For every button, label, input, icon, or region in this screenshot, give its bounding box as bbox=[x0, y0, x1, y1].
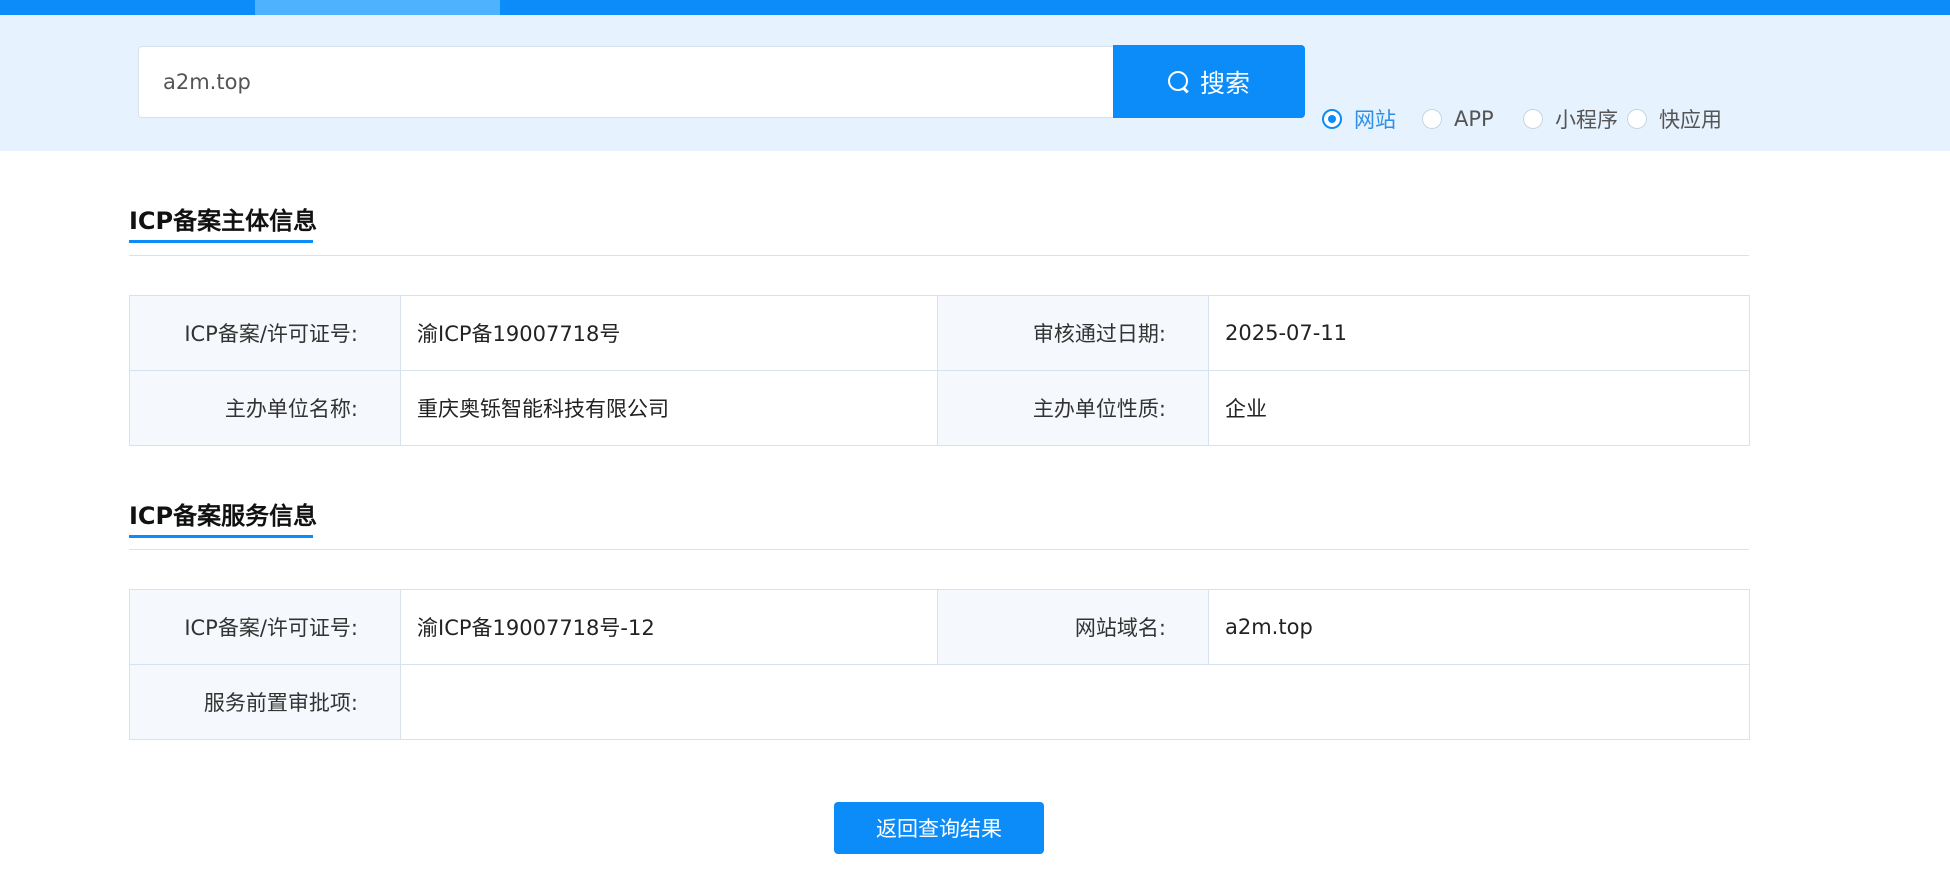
radio-label: 快应用 bbox=[1659, 108, 1722, 132]
radio-label: 网站 bbox=[1354, 108, 1396, 132]
subject-info-table: ICP备案/许可证号: 渝ICP备19007718号 审核通过日期: 2025-… bbox=[129, 295, 1750, 446]
table-row: ICP备案/许可证号: 渝ICP备19007718号-12 网站域名: a2m.… bbox=[129, 589, 1750, 665]
radio-label: 小程序 bbox=[1555, 108, 1618, 132]
search-band: 搜索 网站 APP 小程序 快应用 bbox=[0, 15, 1950, 151]
search-button-label: 搜索 bbox=[1199, 68, 1250, 98]
radio-circle-icon bbox=[1422, 109, 1442, 129]
approval-date-value: 2025-07-11 bbox=[1208, 295, 1750, 371]
active-nav-tab[interactable] bbox=[255, 0, 500, 15]
organizer-type-label: 主办单位性质: bbox=[937, 370, 1209, 446]
domain-label: 网站域名: bbox=[937, 589, 1209, 665]
table-row: 主办单位名称: 重庆奥铄智能科技有限公司 主办单位性质: 企业 bbox=[129, 370, 1750, 446]
pre-approval-label: 服务前置审批项: bbox=[129, 664, 401, 740]
organizer-type-value: 企业 bbox=[1208, 370, 1750, 446]
back-to-results-button[interactable]: 返回查询结果 bbox=[834, 802, 1044, 854]
radio-circle-icon bbox=[1627, 109, 1647, 129]
approval-date-label: 审核通过日期: bbox=[937, 295, 1209, 371]
section-title-service: ICP备案服务信息 bbox=[129, 502, 318, 530]
radio-quick-app[interactable]: 快应用 bbox=[1627, 104, 1722, 134]
radio-circle-icon bbox=[1322, 109, 1342, 129]
pre-approval-value bbox=[400, 664, 1750, 740]
section-title-underline bbox=[129, 535, 313, 538]
radio-mini-program[interactable]: 小程序 bbox=[1523, 104, 1618, 134]
service-info-table: ICP备案/许可证号: 渝ICP备19007718号-12 网站域名: a2m.… bbox=[129, 589, 1750, 740]
section-title-underline bbox=[129, 240, 313, 243]
license-value: 渝ICP备19007718号 bbox=[400, 295, 938, 371]
service-license-value: 渝ICP备19007718号-12 bbox=[400, 589, 938, 665]
section-title-subject: ICP备案主体信息 bbox=[129, 207, 318, 235]
domain-value: a2m.top bbox=[1208, 589, 1750, 665]
section-divider bbox=[129, 255, 1749, 256]
search-icon bbox=[1167, 70, 1190, 93]
radio-label: APP bbox=[1454, 107, 1494, 131]
section-divider bbox=[129, 549, 1749, 550]
radio-app[interactable]: APP bbox=[1422, 104, 1494, 134]
table-row: 服务前置审批项: bbox=[129, 664, 1750, 740]
table-row: ICP备案/许可证号: 渝ICP备19007718号 审核通过日期: 2025-… bbox=[129, 295, 1750, 371]
organizer-name-label: 主办单位名称: bbox=[129, 370, 401, 446]
service-license-label: ICP备案/许可证号: bbox=[129, 589, 401, 665]
radio-circle-icon bbox=[1523, 109, 1543, 129]
radio-website[interactable]: 网站 bbox=[1322, 104, 1396, 134]
search-button[interactable]: 搜索 bbox=[1113, 45, 1305, 118]
search-input[interactable] bbox=[138, 46, 1114, 118]
organizer-name-value: 重庆奥铄智能科技有限公司 bbox=[400, 370, 938, 446]
top-nav-strip bbox=[0, 0, 1950, 15]
license-label: ICP备案/许可证号: bbox=[129, 295, 401, 371]
